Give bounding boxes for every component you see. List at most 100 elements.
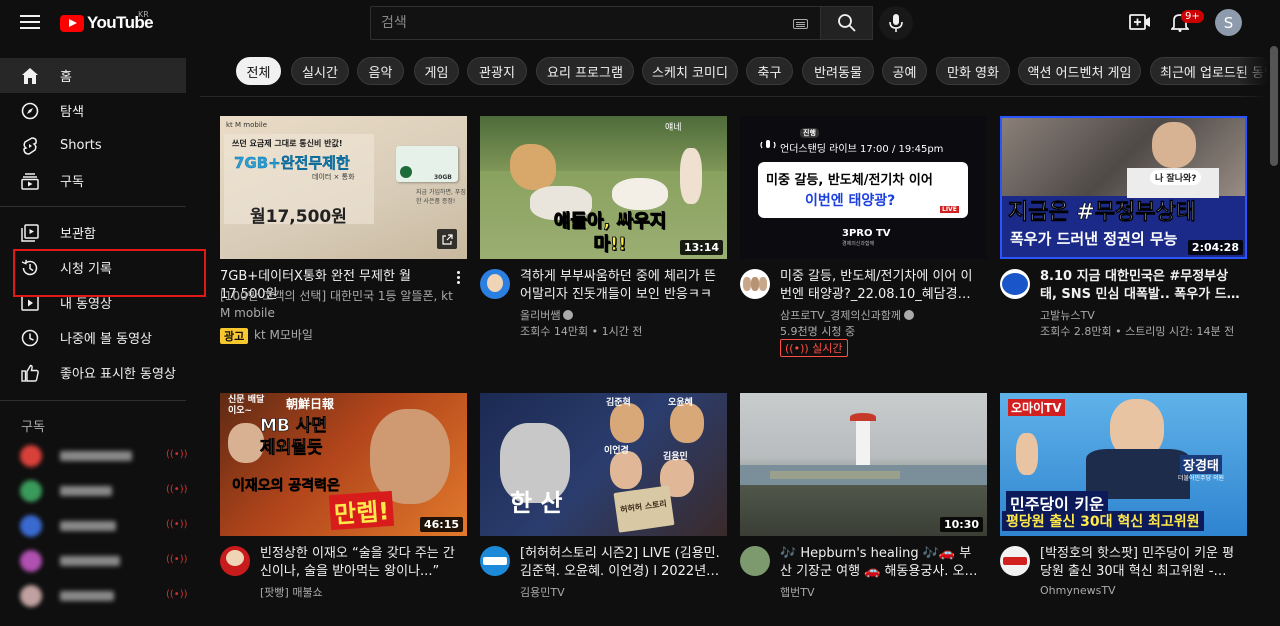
live-indicator-icon: ((•)) xyxy=(166,449,188,460)
video-card[interactable]: 진행 언더스탠딩 라이브 17:00 / 19:45pm 미중 갈등, 반도체/… xyxy=(740,116,987,357)
chip-all[interactable]: 전체 xyxy=(236,57,281,85)
chip-cooking[interactable]: 요리 프로그램 xyxy=(536,57,634,85)
chip-games[interactable]: 게임 xyxy=(414,57,459,85)
channel-avatar[interactable] xyxy=(1000,269,1030,299)
create-button[interactable] xyxy=(1128,10,1152,34)
chips-fade xyxy=(1238,44,1268,97)
subscription-item[interactable]: ((•)) xyxy=(0,439,188,471)
page-scrollbar[interactable] xyxy=(1268,44,1280,600)
chip-animation[interactable]: 만화 영화 xyxy=(936,57,1010,85)
channel-avatar[interactable] xyxy=(1000,546,1030,576)
video-thumbnail[interactable]: 10:30 xyxy=(740,393,987,536)
chip-crafts[interactable]: 공예 xyxy=(882,57,927,85)
chip-music[interactable]: 음악 xyxy=(357,57,404,85)
thumb-logo-sub: 경제의신과함께 xyxy=(842,241,875,247)
channel-name[interactable]: 햅번TV xyxy=(780,584,814,600)
home-icon xyxy=(21,67,39,85)
channel-name[interactable]: 올리버쌤 xyxy=(520,307,574,323)
person-figure xyxy=(610,403,644,443)
video-card[interactable]: 오마이TV 장경태 더불어민주당 의원 민주당이 키운 평당원 출신 30대 혁… xyxy=(1000,393,1247,626)
sidebar-item-explore[interactable]: 탐색 xyxy=(0,93,186,128)
scroll-thumb[interactable] xyxy=(1270,46,1278,166)
video-thumbnail[interactable]: 신문 배달이오~ 朝鮮日報 MB 사면 제외될듯 이재오의 공격력은 만렙! 4… xyxy=(220,393,467,536)
video-thumbnail[interactable]: 김준혁 오윤혜 이언경 김용민 한 산 허허허 스토리 xyxy=(480,393,727,536)
region-code: KR xyxy=(138,10,149,19)
voice-search-button[interactable] xyxy=(879,6,913,40)
thumb-logo: 3PRO TV xyxy=(842,228,891,239)
sidebar: 홈 탐색 Shorts 구독 보관함 시청 기록 내 동영상 나중에 볼 동영상… xyxy=(0,44,200,607)
notification-count-badge: 9+ xyxy=(1181,10,1204,23)
video-title[interactable]: 격하게 부부싸움하던 중에 체리가 뜬 어말리자 진돗개들이 보인 반응ㅋㅋ xyxy=(520,268,720,304)
video-thumbnail[interactable]: 오마이TV 장경태 더불어민주당 의원 민주당이 키운 평당원 출신 30대 혁… xyxy=(1000,393,1247,536)
menu-icon[interactable] xyxy=(20,12,40,32)
top-bar: YouTube KR 9+ S xyxy=(0,0,1280,44)
thumb-note: 지금 가입하면, 푸짐한 사은품 증정! xyxy=(416,189,466,205)
channel-name-blurred xyxy=(60,451,132,461)
search-button[interactable] xyxy=(820,6,873,40)
video-card[interactable]: 10:30 🎶 Hepburn's healing 🎶🚗 부산 기장군 여행 🚗… xyxy=(740,393,987,626)
sidebar-item-watch-later[interactable]: 나중에 볼 동영상 xyxy=(0,320,186,355)
ad-badge: 광고 xyxy=(220,328,249,344)
video-card[interactable]: 김준혁 오윤혜 이언경 김용민 한 산 허허허 스토리 [허허허스토리 시즌2]… xyxy=(480,393,727,626)
sidebar-item-subscriptions[interactable]: 구독 xyxy=(0,163,186,198)
chip-action-adventure[interactable]: 액션 어드벤처 게임 xyxy=(1018,57,1141,85)
thumb-text: 만렙! xyxy=(328,490,395,531)
video-stats: 5.9천명 시청 중 xyxy=(780,325,856,338)
channel-name[interactable]: 김용민TV xyxy=(520,584,565,600)
video-card-ad[interactable]: kt M mobile 쓰던 요금제 그대로 통신비 반값! 7GB+완전무제한… xyxy=(220,116,467,349)
subscription-item[interactable]: ((•)) xyxy=(0,509,188,541)
channel-avatar xyxy=(20,445,42,467)
thumb-card-label: 30GB xyxy=(434,174,452,181)
channel-avatar[interactable] xyxy=(480,546,510,576)
youtube-logo[interactable]: YouTube KR xyxy=(60,10,154,34)
subscription-item[interactable]: ((•)) xyxy=(0,579,188,611)
sidebar-item-home[interactable]: 홈 xyxy=(0,58,186,93)
video-thumbnail[interactable]: 나 잘나와? 지금은 #무정부상태 폭우가 드러낸 정권의 무능 2:04:28 xyxy=(1000,116,1247,259)
channel-name[interactable]: 고발뉴스TV xyxy=(1040,307,1095,323)
video-thumbnail[interactable]: kt M mobile 쓰던 요금제 그대로 통신비 반값! 7GB+완전무제한… xyxy=(220,116,467,259)
sidebar-item-library[interactable]: 보관함 xyxy=(0,215,186,250)
channel-name[interactable]: OhmynewsTV xyxy=(1040,584,1116,597)
subscription-item[interactable]: ((•)) xyxy=(0,474,188,506)
channel-avatar[interactable] xyxy=(740,546,770,576)
video-title[interactable]: 🎶 Hepburn's healing 🎶🚗 부산 기장군 여행 🚗 해동용궁사… xyxy=(780,545,980,581)
chip-tourist-spots[interactable]: 관광지 xyxy=(467,57,527,85)
lighthouse-figure xyxy=(856,417,870,471)
keyboard-icon[interactable] xyxy=(793,19,808,29)
video-thumbnail[interactable]: 진행 언더스탠딩 라이브 17:00 / 19:45pm 미중 갈등, 반도체/… xyxy=(740,116,987,259)
chip-soccer[interactable]: 축구 xyxy=(746,57,793,85)
thumb-text: 이언경 xyxy=(604,446,629,456)
channel-name-text: 삼프로TV_경제의신과함께 xyxy=(780,309,901,322)
video-title[interactable]: 8.10 지금 대한민국은 #무정부상태, SNS 민심 대폭발.. 폭우가 드… xyxy=(1040,268,1240,304)
video-card[interactable]: 나 잘나와? 지금은 #무정부상태 폭우가 드러낸 정권의 무능 2:04:28… xyxy=(1000,116,1247,349)
video-stats: 조회수 14만회 • 1시간 전 xyxy=(520,325,643,338)
more-actions-icon[interactable] xyxy=(457,271,461,286)
video-title[interactable]: [박정호의 핫스팟] 민주당이 키운 평당원 출신 30대 혁신 최고위원 - … xyxy=(1040,545,1240,581)
search-input[interactable] xyxy=(379,14,779,32)
external-link-icon[interactable] xyxy=(437,229,457,249)
sidebar-item-shorts[interactable]: Shorts xyxy=(0,128,186,163)
video-title[interactable]: [허허허스토리 시즌2] LIVE (김용민. 김준혁. 오윤혜. 이언경) l… xyxy=(520,545,720,581)
person-figure xyxy=(1152,122,1196,168)
chip-live[interactable]: 실시간 xyxy=(291,57,349,85)
video-thumbnail[interactable]: 얘네 얘들아, 싸우지 마!! 13:14 xyxy=(480,116,727,259)
channel-name[interactable]: 삼프로TV_경제의신과함께 xyxy=(780,307,914,323)
video-card[interactable]: 얘네 얘들아, 싸우지 마!! 13:14 격하게 부부싸움하던 중에 체리가 … xyxy=(480,116,727,349)
channel-avatar[interactable] xyxy=(480,269,510,299)
channel-avatar[interactable] xyxy=(740,269,770,299)
video-card[interactable]: 신문 배달이오~ 朝鮮日報 MB 사면 제외될듯 이재오의 공격력은 만렙! 4… xyxy=(220,393,467,626)
video-title[interactable]: 빈정상한 이재오 “술을 갖다 주는 간신이나, 술을 받아먹는 왕이나...” xyxy=(260,545,460,581)
video-title[interactable]: 미중 갈등, 반도체/전기차에 이어 이번엔 태양광?_22.08.10_혜담경… xyxy=(780,268,980,304)
thumb-text: 제외될듯 xyxy=(260,438,323,459)
chip-sketch-comedy[interactable]: 스케치 코미디 xyxy=(642,57,738,85)
like-icon xyxy=(21,364,39,382)
subscription-item[interactable]: ((•)) xyxy=(0,544,188,576)
channel-name[interactable]: [팟빵] 매불쇼 xyxy=(260,584,323,600)
channel-avatar xyxy=(20,550,42,572)
chip-pets[interactable]: 반려동물 xyxy=(802,57,874,85)
channel-avatar xyxy=(20,585,42,607)
sidebar-item-liked-videos[interactable]: 좋아요 표시한 동영상 xyxy=(0,355,186,390)
channel-avatar[interactable] xyxy=(220,546,250,576)
account-avatar[interactable]: S xyxy=(1215,9,1242,36)
advertiser-name[interactable]: kt M모바일 xyxy=(254,326,313,343)
